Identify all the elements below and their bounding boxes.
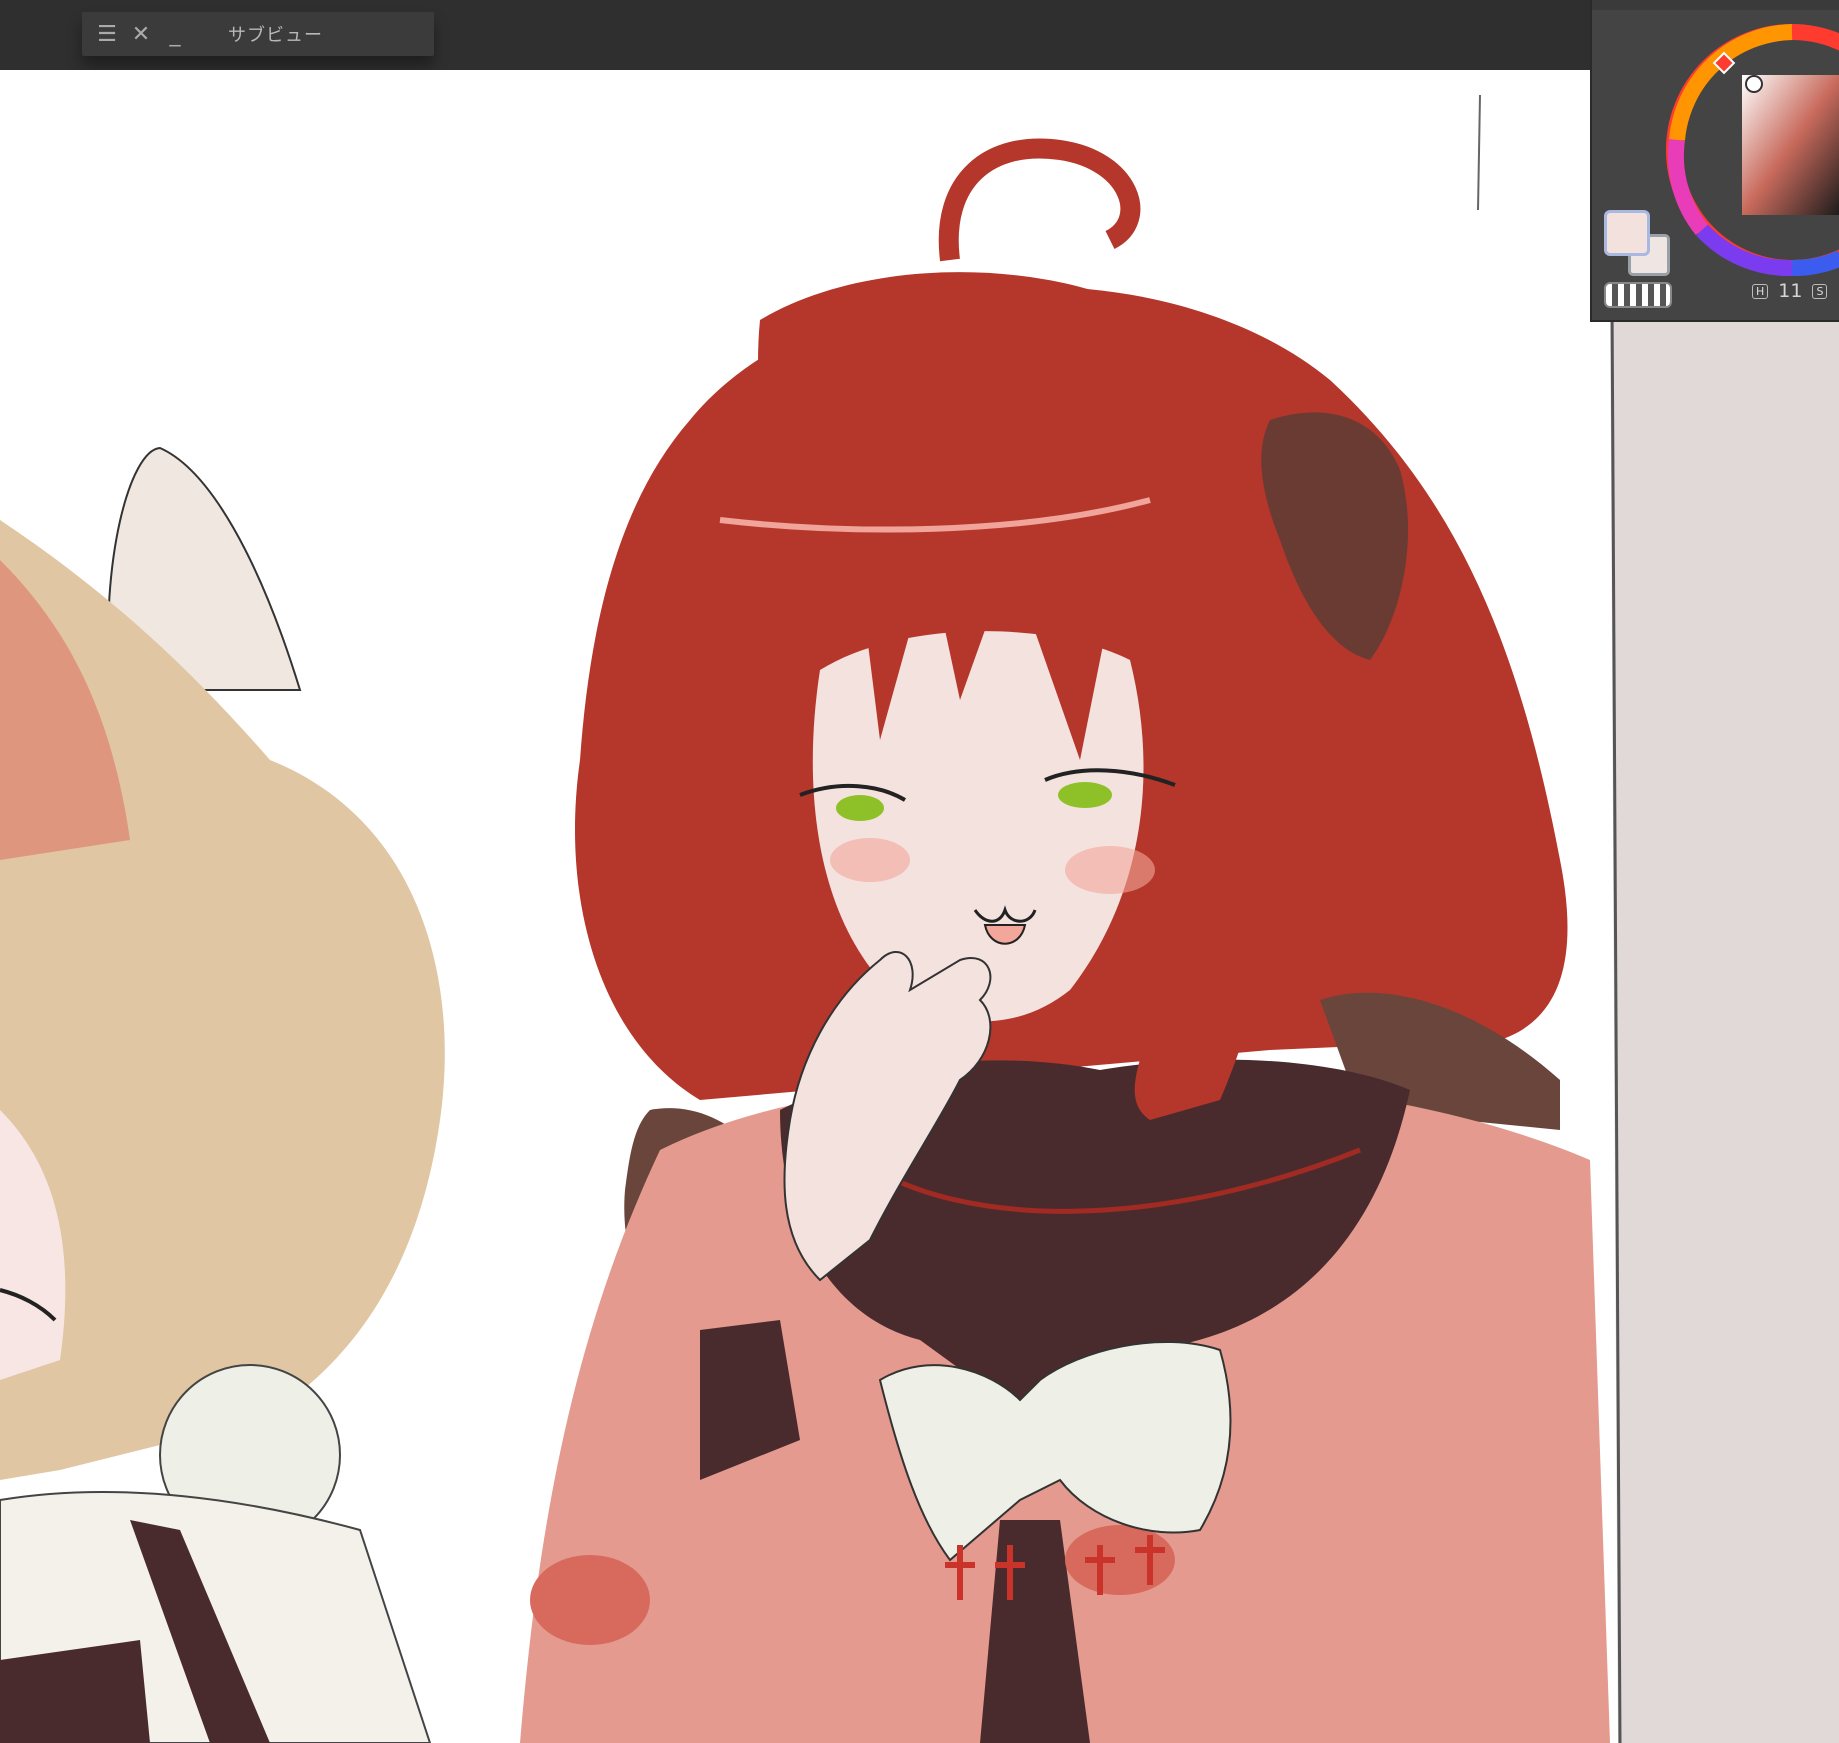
uniform-pattern bbox=[530, 1555, 650, 1645]
uniform-pattern bbox=[1065, 1525, 1175, 1595]
hsv-readout: H 11 S bbox=[1752, 280, 1828, 302]
eye-left bbox=[836, 795, 884, 821]
eye-right bbox=[1058, 782, 1112, 808]
hue-ring-violet bbox=[1696, 224, 1793, 277]
hue-value: 11 bbox=[1778, 280, 1803, 302]
wall-shape bbox=[1610, 280, 1839, 1743]
close-icon[interactable]: ✕ bbox=[128, 19, 154, 49]
sv-picker-handle bbox=[1745, 75, 1763, 93]
subview-title: サブビュー bbox=[228, 25, 323, 46]
blush-right bbox=[1065, 846, 1155, 894]
main-color-swatch[interactable] bbox=[1604, 210, 1650, 256]
saturation-value-square bbox=[1742, 75, 1839, 215]
hue-label: H bbox=[1752, 283, 1769, 299]
subview-window-header[interactable]: ☰ ✕ _ サブビュー bbox=[82, 12, 434, 56]
hue-ring-blue bbox=[1791, 250, 1839, 277]
saturation-label: S bbox=[1812, 283, 1828, 299]
blush-left bbox=[830, 838, 910, 882]
hue-ring-magenta bbox=[1667, 138, 1709, 236]
color-wheel-panel[interactable]: H 11 S bbox=[1590, 0, 1839, 322]
transparent-color-swatch[interactable] bbox=[1604, 282, 1672, 308]
hair-ahoge bbox=[938, 138, 1141, 262]
hamburger-icon[interactable]: ☰ bbox=[94, 19, 120, 49]
drawing-canvas[interactable] bbox=[0, 70, 1839, 1743]
sketch-line bbox=[1477, 94, 1481, 211]
minimize-icon[interactable]: _ bbox=[162, 19, 188, 49]
illustration bbox=[0, 94, 1839, 1743]
